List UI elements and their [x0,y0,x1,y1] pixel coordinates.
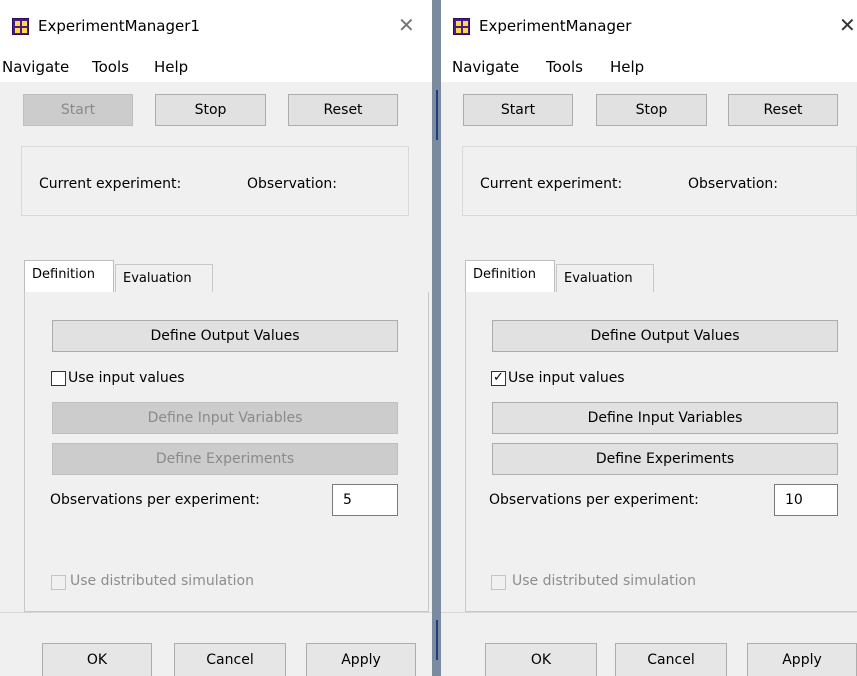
menu-help[interactable]: Help [154,58,188,76]
menu-bar: Navigate Tools Help [0,54,432,82]
stop-button[interactable]: Stop [155,94,266,126]
window-title: ExperimentManager1 [38,17,200,35]
start-button[interactable]: Start [463,94,573,126]
window-title: ExperimentManager [479,17,632,35]
menu-tools[interactable]: Tools [546,58,583,76]
menu-help[interactable]: Help [610,58,644,76]
use-input-values-checkbox[interactable] [51,371,66,386]
observation-label: Observation: [247,176,337,192]
use-distributed-simulation-checkbox[interactable] [491,575,506,590]
close-icon[interactable]: ✕ [398,13,415,37]
observations-per-experiment-label: Observations per experiment: [50,492,260,508]
tab-definition[interactable]: Definition [24,260,114,292]
define-input-variables-button[interactable]: Define Input Variables [492,402,838,434]
reset-button[interactable]: Reset [728,94,838,126]
observations-per-experiment-input[interactable] [774,484,838,516]
define-output-values-button[interactable]: Define Output Values [492,320,838,352]
use-input-values-label: Use input values [508,370,625,386]
experiment-manager-app-icon [453,18,470,35]
observations-per-experiment-input[interactable] [332,484,398,516]
use-input-values-label: Use input values [68,370,185,386]
tab-evaluation[interactable]: Evaluation [115,264,213,292]
separator-accent [436,620,438,660]
define-experiments-button[interactable]: Define Experiments [52,443,398,475]
menu-bar: Navigate Tools Help [441,54,857,82]
ok-button[interactable]: OK [42,643,152,676]
tab-evaluation[interactable]: Evaluation [556,264,654,292]
tab-definition[interactable]: Definition [465,260,555,292]
experiment-manager-window-2: ExperimentManager ✕ Navigate Tools Help … [441,0,857,676]
menu-navigate[interactable]: Navigate [2,58,69,76]
title-bar: ExperimentManager ✕ [441,0,857,54]
observation-label: Observation: [688,176,778,192]
cancel-button[interactable]: Cancel [174,643,286,676]
checkmark-icon: ✓ [493,370,504,385]
current-experiment-label: Current experiment: [39,176,182,192]
use-distributed-simulation-label: Use distributed simulation [512,573,696,589]
title-bar: ExperimentManager1 ✕ [0,0,432,54]
menu-tools[interactable]: Tools [92,58,129,76]
use-input-values-checkbox[interactable]: ✓ [491,371,506,386]
apply-button[interactable]: Apply [306,643,416,676]
apply-button[interactable]: Apply [747,643,857,676]
start-button[interactable]: Start [23,94,133,126]
experiment-manager-window-1: ExperimentManager1 ✕ Navigate Tools Help… [0,0,432,676]
menu-navigate[interactable]: Navigate [452,58,519,76]
ok-button[interactable]: OK [485,643,597,676]
observations-per-experiment-label: Observations per experiment: [489,492,699,508]
reset-button[interactable]: Reset [288,94,398,126]
current-experiment-label: Current experiment: [480,176,623,192]
cancel-button[interactable]: Cancel [615,643,727,676]
define-output-values-button[interactable]: Define Output Values [52,320,398,352]
separator-accent [436,90,438,140]
use-distributed-simulation-label: Use distributed simulation [70,573,254,589]
use-distributed-simulation-checkbox[interactable] [51,575,66,590]
stop-button[interactable]: Stop [596,94,707,126]
define-experiments-button[interactable]: Define Experiments [492,443,838,475]
define-input-variables-button[interactable]: Define Input Variables [52,402,398,434]
experiment-manager-app-icon [12,18,29,35]
close-icon[interactable]: ✕ [839,13,856,37]
